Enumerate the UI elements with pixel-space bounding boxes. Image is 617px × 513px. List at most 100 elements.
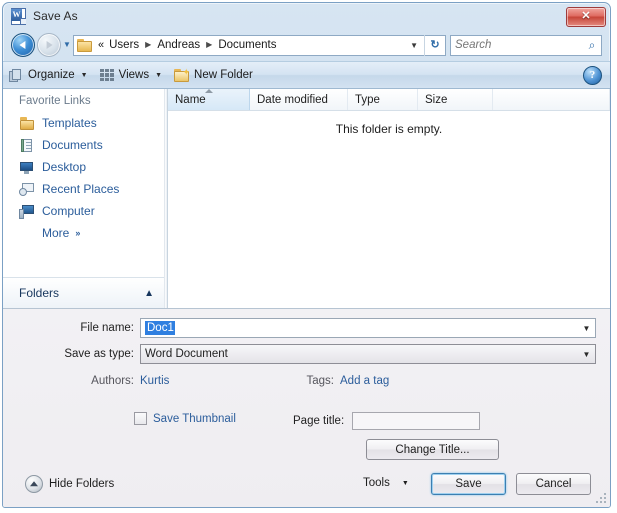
tools-button[interactable]: Tools ▼ (363, 477, 409, 489)
hide-folders-button[interactable]: Hide Folders (25, 475, 114, 493)
views-grid-icon (99, 69, 114, 81)
sidebar-item-templates[interactable]: Templates (3, 112, 164, 134)
sidebar-item-label: Templates (42, 116, 97, 130)
back-arrow-icon (19, 41, 26, 49)
close-button[interactable]: ✕ (566, 7, 606, 27)
page-title-label: Page title: (293, 415, 345, 427)
search-box[interactable]: ⌕ (450, 34, 602, 56)
window-title: Save As (33, 9, 78, 23)
search-input[interactable] (451, 39, 583, 51)
browser-pane: Favorite Links Templates Documents Deskt… (3, 89, 610, 308)
refresh-button[interactable]: ↻ (424, 34, 445, 56)
sidebar-item-documents[interactable]: Documents (3, 134, 164, 156)
sidebar-item-recent-places[interactable]: Recent Places (3, 178, 164, 200)
column-header-name[interactable]: Name (168, 89, 250, 110)
favorite-links-header: Favorite Links (19, 95, 91, 107)
column-headers: Name Date modified Type Size (168, 89, 610, 111)
column-label: Date modified (257, 93, 328, 106)
chevron-down-icon: ▼ (401, 479, 409, 487)
sort-ascending-icon (204, 89, 213, 93)
folder-icon (77, 38, 92, 52)
search-icon: ⌕ (588, 37, 596, 52)
save-as-type-row: Save as type: Word Document ▼ (3, 344, 604, 364)
chevron-down-icon[interactable]: ▼ (578, 324, 595, 333)
organize-button[interactable]: Organize ▼ (3, 63, 94, 87)
page-title-input[interactable] (352, 412, 481, 430)
breadcrumb-item-andreas[interactable]: Andreas (155, 39, 202, 51)
column-label: Type (355, 93, 380, 106)
sidebar-item-label: Recent Places (42, 182, 120, 196)
resize-grip[interactable] (596, 493, 608, 505)
help-button[interactable]: ? (583, 65, 602, 85)
save-thumbnail-label[interactable]: Save Thumbnail (153, 413, 236, 425)
column-header-filler (493, 89, 610, 110)
chevron-down-icon[interactable]: ▼ (406, 41, 424, 50)
breadcrumb-separator[interactable]: ▶ (141, 41, 155, 49)
breadcrumb-overflow[interactable]: « (96, 39, 107, 51)
chevron-down-icon: ▼ (155, 71, 163, 79)
authors-value[interactable]: Kurtis (140, 375, 169, 387)
forward-button[interactable] (37, 33, 61, 57)
views-label: Views (118, 69, 150, 81)
organize-icon (9, 68, 23, 82)
favorites-list: Templates Documents Desktop Recent Place… (3, 112, 164, 277)
authors-label: Authors: (91, 375, 134, 387)
save-as-dialog: W Save As ✕ ▼ « Users ▶ Andreas ▶ Docume… (2, 2, 611, 508)
column-label: Name (175, 93, 206, 106)
file-name-input[interactable]: Doc1 ▼ (140, 318, 596, 338)
authors-row: Authors: Kurtis (3, 375, 169, 387)
collapse-up-icon (25, 475, 43, 493)
organize-label: Organize (28, 69, 75, 81)
desktop-monitor-icon (19, 160, 35, 175)
chevron-down-icon[interactable]: ▼ (578, 350, 595, 359)
new-folder-label: New Folder (194, 69, 253, 81)
computer-icon (19, 204, 35, 219)
recent-locations-button[interactable]: ▼ (61, 34, 73, 56)
breadcrumb-item-documents[interactable]: Documents (216, 39, 278, 51)
favorites-sidebar: Favorite Links Templates Documents Deskt… (3, 89, 164, 308)
breadcrumb-item-users[interactable]: Users (107, 39, 141, 51)
sidebar-item-label: Computer (42, 204, 95, 218)
forward-arrow-icon (46, 41, 53, 49)
save-as-type-select[interactable]: Word Document ▼ (140, 344, 596, 364)
file-list[interactable]: Name Date modified Type Size This folder… (168, 89, 610, 308)
back-button[interactable] (11, 33, 35, 57)
address-breadcrumb-bar[interactable]: « Users ▶ Andreas ▶ Documents ▼ ↻ (73, 34, 446, 56)
word-document-icon: W (11, 8, 27, 25)
chevron-up-icon: ▲ (144, 287, 154, 299)
file-name-label: File name: (80, 322, 134, 334)
sidebar-more-button[interactable]: More » (3, 222, 164, 244)
hide-folders-label: Hide Folders (49, 478, 115, 490)
sidebar-item-desktop[interactable]: Desktop (3, 156, 164, 178)
address-bar: ▼ « Users ▶ Andreas ▶ Documents ▼ ↻ ⌕ (3, 29, 610, 61)
toolbar: Organize ▼ Views ▼ ✦ New Folder ? (3, 61, 610, 89)
more-label: More (42, 226, 70, 240)
tools-label: Tools (363, 477, 390, 489)
column-header-date-modified[interactable]: Date modified (250, 89, 348, 110)
column-header-type[interactable]: Type (348, 89, 418, 110)
tags-value[interactable]: Add a tag (340, 375, 389, 387)
new-folder-icon: ✦ (174, 67, 190, 82)
recent-places-icon (19, 182, 35, 197)
documents-icon (19, 138, 35, 153)
new-folder-button[interactable]: ✦ New Folder (168, 63, 259, 87)
save-as-type-value: Word Document (145, 348, 228, 360)
change-title-button[interactable]: Change Title... (366, 439, 499, 460)
breadcrumb-separator[interactable]: ▶ (202, 41, 216, 49)
sidebar-item-label: Documents (42, 138, 103, 152)
title-bar: W Save As ✕ (3, 3, 610, 29)
folders-label: Folders (19, 286, 60, 300)
views-button[interactable]: Views ▼ (94, 63, 168, 87)
save-button[interactable]: Save (431, 473, 506, 495)
folder-icon (19, 116, 35, 131)
save-options-pane: File name: Doc1 ▼ Save as type: Word Doc… (3, 308, 610, 507)
folders-section-header[interactable]: Folders ▲ (3, 277, 164, 308)
breadcrumb: « Users ▶ Andreas ▶ Documents (96, 39, 278, 51)
chevron-down-icon: ▼ (80, 71, 88, 79)
sidebar-item-computer[interactable]: Computer (3, 200, 164, 222)
save-thumbnail-row[interactable]: Save Thumbnail (134, 412, 236, 425)
cancel-button[interactable]: Cancel (516, 473, 591, 495)
save-thumbnail-checkbox[interactable] (134, 412, 147, 425)
sidebar-item-label: Desktop (42, 160, 87, 174)
column-header-size[interactable]: Size (418, 89, 493, 110)
